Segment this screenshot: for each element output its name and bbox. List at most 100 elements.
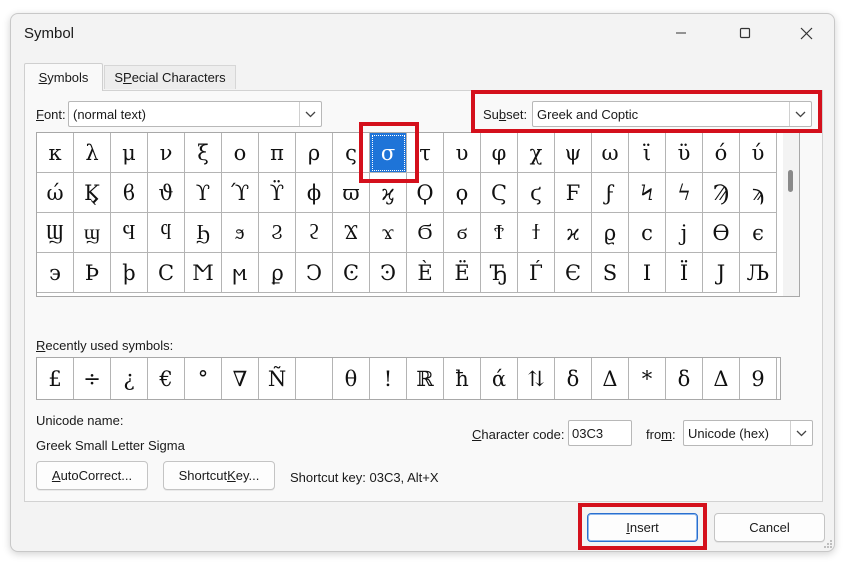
symbol-cell[interactable]: ϻ <box>222 253 259 293</box>
symbol-cell[interactable]: ύ <box>740 133 777 173</box>
font-dropdown[interactable]: (normal text) <box>68 101 322 127</box>
symbol-cell[interactable]: Ϲ <box>148 253 185 293</box>
tab-symbols[interactable]: Symbols <box>24 63 103 91</box>
symbol-cell[interactable]: ϒ <box>185 173 222 213</box>
symbol-cell[interactable]: Ϫ <box>333 213 370 253</box>
symbol-cell[interactable]: Ϸ <box>74 253 111 293</box>
symbol-cell[interactable]: Ѐ <box>407 253 444 293</box>
autocorrect-button[interactable]: AutoCorrect... <box>36 461 148 490</box>
tab-special-characters[interactable]: S Pecial Characters <box>104 65 236 89</box>
grid-scrollbar[interactable] <box>783 133 799 296</box>
symbol-cell[interactable]: Ϙ <box>407 173 444 213</box>
symbol-cell[interactable]: λ <box>74 133 111 173</box>
symbol-cell[interactable]: ξ <box>185 133 222 173</box>
symbol-cell[interactable]: ϼ <box>259 253 296 293</box>
recent-symbol-cell[interactable]: £ <box>37 358 74 399</box>
recent-symbol-cell[interactable]: ℝ <box>407 358 444 399</box>
recent-symbol-cell[interactable]: Δ <box>703 358 740 399</box>
symbol-cell[interactable]: ώ <box>37 173 74 213</box>
symbol-cell[interactable]: ϣ <box>74 213 111 253</box>
symbol-cell[interactable]: ϝ <box>592 173 629 213</box>
symbol-cell[interactable]: ϔ <box>259 173 296 213</box>
symbol-cell-selected[interactable]: σ <box>370 133 407 173</box>
symbol-cell[interactable]: ϴ <box>703 213 740 253</box>
symbol-cell[interactable]: Ϻ <box>185 253 222 293</box>
symbol-cell[interactable]: Ј <box>703 253 740 293</box>
symbol-cell[interactable]: τ <box>407 133 444 173</box>
symbol-cell[interactable]: υ <box>444 133 481 173</box>
symbol-cell[interactable]: Ϟ <box>629 173 666 213</box>
symbol-cell[interactable]: Ё <box>444 253 481 293</box>
resize-grip-icon[interactable] <box>823 539 833 549</box>
symbol-cell[interactable]: Ϩ <box>259 213 296 253</box>
close-button[interactable] <box>783 14 829 52</box>
recent-symbol-cell[interactable]: 9 <box>740 358 777 399</box>
symbol-cell[interactable]: ϯ <box>518 213 555 253</box>
symbol-cell[interactable]: Ѕ <box>592 253 629 293</box>
recent-symbol-cell[interactable]: ° <box>185 358 222 399</box>
symbol-cell[interactable]: ϱ <box>592 213 629 253</box>
symbol-cell[interactable]: Ϗ <box>74 173 111 213</box>
symbol-cell[interactable]: Ϧ <box>185 213 222 253</box>
symbol-cell[interactable]: Є <box>555 253 592 293</box>
symbol-cell[interactable]: І <box>629 253 666 293</box>
symbol-cell[interactable]: ϑ <box>148 173 185 213</box>
shortcut-key-button[interactable]: Shortcut Key... <box>163 461 275 490</box>
recent-symbol-cell[interactable]: ⇅ <box>518 358 555 399</box>
symbol-cell[interactable]: ϋ <box>666 133 703 173</box>
scrollbar-thumb[interactable] <box>788 170 793 192</box>
recent-symbol-cell[interactable]: ÷ <box>74 358 111 399</box>
symbol-cell[interactable]: ϖ <box>333 173 370 213</box>
symbol-cell[interactable]: ϟ <box>666 173 703 213</box>
from-dropdown[interactable]: Unicode (hex) <box>683 420 813 446</box>
symbol-cell[interactable]: Ͻ <box>296 253 333 293</box>
symbol-cell[interactable]: ϵ <box>740 213 777 253</box>
insert-button[interactable]: Insert <box>587 513 698 542</box>
recent-symbol-cell[interactable]: € <box>148 358 185 399</box>
symbol-cell[interactable]: ϡ <box>740 173 777 213</box>
minimize-button[interactable] <box>658 14 704 52</box>
symbol-cell[interactable]: Ϯ <box>481 213 518 253</box>
symbol-cell[interactable]: ω <box>592 133 629 173</box>
symbol-cell[interactable]: Ϝ <box>555 173 592 213</box>
recent-symbol-cell[interactable]: ¿ <box>111 358 148 399</box>
symbol-cell[interactable]: ν <box>148 133 185 173</box>
symbol-cell[interactable]: χ <box>518 133 555 173</box>
symbol-cell[interactable]: ϲ <box>629 213 666 253</box>
character-code-input[interactable] <box>568 420 632 446</box>
recent-symbol-cell[interactable]: ∇ <box>222 358 259 399</box>
symbol-cell[interactable]: ϊ <box>629 133 666 173</box>
symbol-cell[interactable]: ϗ <box>370 173 407 213</box>
symbol-cell[interactable]: ϸ <box>111 253 148 293</box>
symbol-cell[interactable]: ϛ <box>518 173 555 213</box>
symbol-cell[interactable]: ϧ <box>222 213 259 253</box>
symbol-cell[interactable]: Ͽ <box>370 253 407 293</box>
symbol-cell[interactable]: ς <box>333 133 370 173</box>
symbol-cell[interactable]: Ϡ <box>703 173 740 213</box>
symbol-cell[interactable]: ο <box>222 133 259 173</box>
recent-symbol-cell[interactable]: δ <box>555 358 592 399</box>
symbol-cell[interactable]: Ђ <box>481 253 518 293</box>
symbol-cell[interactable]: π <box>259 133 296 173</box>
symbol-cell[interactable]: μ <box>111 133 148 173</box>
symbol-cell[interactable]: ϕ <box>296 173 333 213</box>
recent-symbol-cell[interactable]: ά <box>481 358 518 399</box>
recent-symbol-cell[interactable]: ! <box>370 358 407 399</box>
symbol-cell[interactable]: Ϥ <box>111 213 148 253</box>
symbol-cell[interactable]: Ϭ <box>407 213 444 253</box>
recent-symbol-cell[interactable]: * <box>629 358 666 399</box>
recent-symbol-cell[interactable]: ħ <box>444 358 481 399</box>
maximize-button[interactable] <box>722 14 768 52</box>
symbol-cell[interactable]: ψ <box>555 133 592 173</box>
symbol-cell[interactable]: ϓ <box>222 173 259 213</box>
symbol-cell[interactable]: ϳ <box>666 213 703 253</box>
recent-symbol-cell[interactable]: Δ <box>592 358 629 399</box>
symbol-cell[interactable]: Ͼ <box>333 253 370 293</box>
subset-dropdown[interactable]: Greek and Coptic <box>532 101 812 127</box>
symbol-cell[interactable]: ϭ <box>444 213 481 253</box>
symbol-cell[interactable]: ϥ <box>148 213 185 253</box>
recent-symbol-cell[interactable]: δ <box>666 358 703 399</box>
symbol-cell[interactable]: ρ <box>296 133 333 173</box>
symbol-cell[interactable]: Ϛ <box>481 173 518 213</box>
symbol-cell[interactable]: ϐ <box>111 173 148 213</box>
